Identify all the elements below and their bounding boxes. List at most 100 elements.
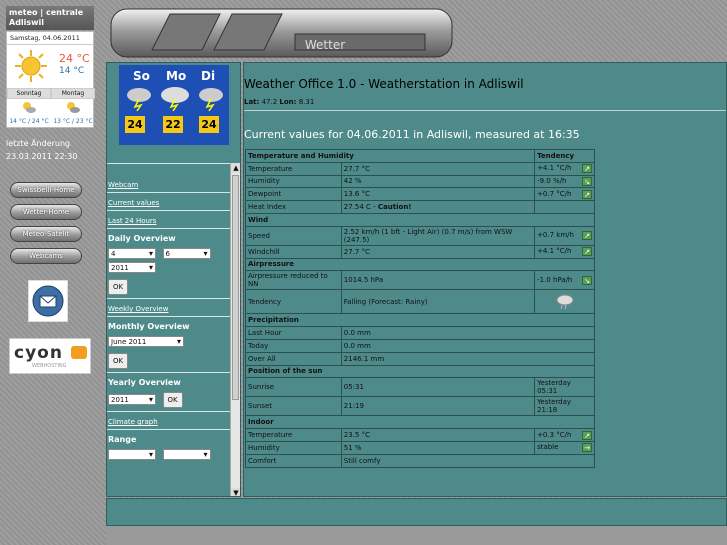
- hosting-logo[interactable]: cyon WEBHOSTING: [9, 338, 91, 374]
- overall-value: 2146.1 mm: [340, 351, 596, 366]
- trend-arrow-icon: ↗: [582, 164, 592, 174]
- dewpoint-tend: +0.7 °C/h: [537, 189, 572, 198]
- main-frame: Weather Office 1.0 - Weatherstation in A…: [243, 62, 727, 497]
- humidity-value: 42 %: [340, 174, 536, 189]
- windchill-label: Windchill: [245, 244, 342, 259]
- range-heading: Range: [108, 435, 137, 444]
- airpressure-value: 1014.5 hPa: [340, 270, 536, 291]
- daily-year-select[interactable]: 2011: [108, 262, 156, 273]
- link-last-24-hours[interactable]: Last 24 Hours: [108, 217, 156, 225]
- trend-arrow-icon: ↗: [582, 231, 592, 241]
- nav-scrollbar[interactable]: ▲ ▼: [230, 163, 240, 496]
- forecast-temp-1: 22: [163, 116, 183, 133]
- humidity-tend: -9.0 %/h: [537, 176, 567, 185]
- widget-day1: Sonntag: [7, 88, 51, 99]
- forecast-temp-0: 24: [125, 116, 145, 133]
- indoor-humidity-label: Humidity: [245, 440, 342, 455]
- monthly-select[interactable]: June 2011: [108, 336, 184, 347]
- heatindex-value: 27.54 C -: [343, 203, 376, 212]
- heatindex-warning: Caution!: [377, 203, 412, 212]
- divider: [244, 110, 726, 111]
- nav-button-webcams[interactable]: Webcams: [10, 248, 82, 264]
- overall-label: Over All: [245, 351, 342, 366]
- daily-overview-heading: Daily Overview: [108, 234, 176, 243]
- daily-day-select[interactable]: 4: [108, 248, 156, 259]
- today-label: Today: [245, 338, 342, 353]
- comfort-value: Still comfy: [340, 453, 596, 468]
- range-end-select[interactable]: [162, 449, 211, 460]
- link-climate-graph[interactable]: Climate graph: [108, 418, 158, 426]
- table-row: Temperature 27.7 °C +4.1 °C/h ↗: [245, 161, 595, 176]
- brand-line1: meteo | centrale: [9, 8, 84, 17]
- header-banner: Wetter: [110, 8, 453, 58]
- lasthour-value: 0.0 mm: [340, 326, 596, 340]
- daily-month-select[interactable]: 6: [162, 248, 211, 259]
- heatindex-cell: 27.54 C - Caution!: [340, 200, 536, 214]
- brand-box[interactable]: meteo | centrale Adliswil: [6, 6, 94, 30]
- weather-table: Temperature and Humidity Tendency Temper…: [244, 149, 596, 468]
- windchill-value: 27.7 °C: [340, 244, 536, 259]
- table-row: Humidity 51 % stable →: [245, 440, 595, 455]
- daily-ok-button[interactable]: OK: [108, 279, 129, 295]
- indoor-temp-value: 23.5 °C: [340, 428, 536, 442]
- airpressure-tend: -1.0 hPa/h: [537, 275, 573, 284]
- scroll-up-icon[interactable]: ▲: [231, 163, 240, 173]
- sunrise-label: Sunrise: [245, 377, 342, 398]
- page-title: Weather Office 1.0 - Weatherstation in A…: [244, 77, 524, 91]
- navigation-frame: So Mo Di 24 22 24 Webcam Current values …: [106, 62, 241, 497]
- widget-day1-range: 14 °C / 24 °C: [9, 118, 49, 125]
- lon-value: 8.31: [298, 98, 315, 106]
- speed-value: 2.52 km/h (1 bft - Light Air) (0.7 m/s) …: [340, 225, 536, 246]
- table-row: Dewpoint 13.6 °C +0.7 °C/h ↗: [245, 187, 595, 202]
- tendency-header: Tendency: [534, 149, 595, 163]
- link-current-values[interactable]: Current values: [108, 199, 159, 207]
- left-sidebar: meteo | centrale Adliswil Samstag, 04.06…: [0, 0, 106, 545]
- yearly-ok-button[interactable]: OK: [162, 392, 183, 408]
- link-webcam[interactable]: Webcam: [108, 181, 138, 189]
- monthly-ok-button[interactable]: OK: [108, 353, 129, 369]
- link-weekly-overview[interactable]: Weekly Overview: [108, 305, 168, 313]
- sun-header: Position of the sun: [245, 364, 595, 379]
- last-change-value: 23.03.2011 22:30: [6, 152, 78, 161]
- table-row: Windchill 27.7 °C +4.1 °C/h ↗: [245, 244, 595, 259]
- nav-button-wetter-home[interactable]: Wetter-Home: [10, 204, 82, 220]
- nav-button-swissbelli-home[interactable]: Swissbelli-Home: [10, 182, 82, 198]
- yearly-overview-heading: Yearly Overview: [108, 378, 181, 387]
- range-start-select[interactable]: [108, 449, 156, 460]
- temperature-value: 27.7 °C: [340, 161, 536, 176]
- table-row: Sunrise 05:31 Yesterday 05:31: [245, 377, 595, 398]
- widget-date: Samstag, 04.06.2011: [7, 32, 93, 45]
- speed-label: Speed: [245, 225, 342, 246]
- weather-widget[interactable]: Samstag, 04.06.2011 24 °C 14 °C Sonntag …: [6, 31, 95, 128]
- dewpoint-tend-cell: +0.7 °C/h ↗: [534, 187, 595, 202]
- indoor-header: Indoor: [245, 415, 595, 430]
- mail-button[interactable]: [28, 280, 68, 322]
- table-row: Tendency Falling (Forecast: Rainy): [245, 289, 595, 315]
- table-row: Speed 2.52 km/h (1 bft - Light Air) (0.7…: [245, 225, 595, 246]
- airpressure-header: Airpressure: [245, 257, 595, 272]
- partly-cloudy-icon: [51, 100, 95, 118]
- airpressure-tend-cell: -1.0 hPa/h ↘: [534, 270, 595, 291]
- indoor-temp-tend-cell: +0.3 °C/h ↗: [534, 428, 595, 442]
- table-row: Wind: [245, 212, 595, 227]
- scroll-thumb[interactable]: [232, 175, 239, 400]
- table-row: Airpressure reduced to NN 1014.5 hPa -1.…: [245, 270, 595, 291]
- table-row: Last Hour 0.0 mm: [245, 326, 596, 340]
- last-change-label: letzte Änderung: [6, 139, 71, 148]
- table-row: Comfort Still comfy: [245, 453, 596, 468]
- nav-button-meteo-satelit[interactable]: Meteo-Satelit: [10, 226, 82, 242]
- table-row: Position of the sun: [245, 364, 595, 379]
- partly-cloudy-icon: [7, 100, 51, 118]
- forecast-day-0: So: [133, 69, 150, 83]
- trend-arrow-icon: ↗: [582, 189, 592, 199]
- sunset-label: Sunset: [245, 396, 342, 417]
- scroll-down-icon[interactable]: ▼: [231, 488, 240, 496]
- indoor-humidity-value: 51 %: [340, 440, 536, 455]
- indoor-humidity-tend-cell: stable →: [534, 440, 595, 455]
- yearly-select[interactable]: 2011: [108, 394, 156, 405]
- thunderstorm-icon: [127, 87, 223, 111]
- speed-tend-cell: +0.7 km/h ↗: [534, 225, 595, 246]
- bottom-gap: [106, 526, 727, 545]
- heatindex-label: Heat Index: [245, 200, 342, 214]
- table-row: Sunset 21:19 Yesterday 21:18: [245, 396, 595, 417]
